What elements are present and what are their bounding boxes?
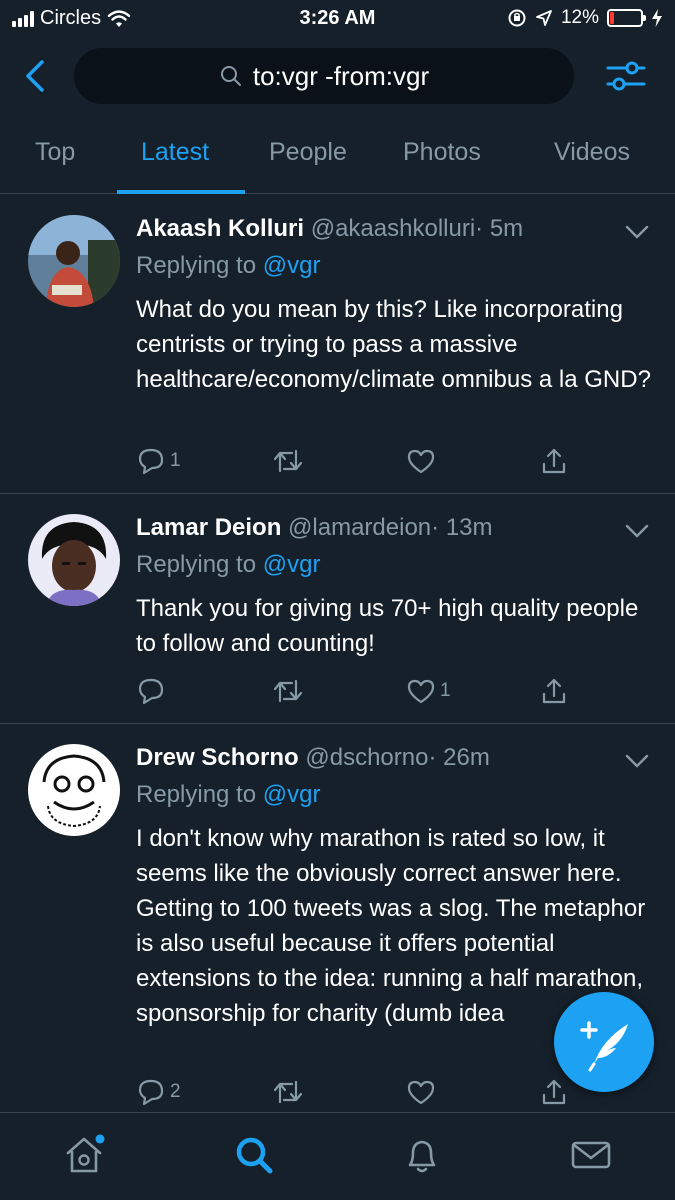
chevron-down-icon[interactable] [625, 225, 649, 239]
heart-icon [407, 449, 435, 474]
tweet[interactable]: Lamar Deion @lamardeion· 13m Replying to… [0, 494, 675, 724]
replying-to-label: Replying to [136, 781, 263, 808]
reply-count: 2 [170, 1081, 181, 1102]
battery-percent: 12% [560, 7, 599, 28]
reply-button[interactable]: 1 [136, 444, 181, 478]
reply-count: 1 [170, 450, 181, 471]
tweet-actions: 2 [136, 1075, 586, 1109]
tweet-text: Thank you for giving us 70+ high quality… [136, 595, 639, 657]
orientation-lock-icon [508, 9, 526, 27]
home-icon[interactable] [62, 1133, 106, 1177]
replying-to: Replying to @vgr [136, 252, 320, 280]
like-button[interactable] [406, 444, 440, 478]
like-button[interactable]: 1 [406, 674, 451, 708]
tab-people[interactable]: People [269, 138, 347, 167]
tweet-time[interactable]: 13m [446, 514, 493, 541]
share-button[interactable] [539, 444, 569, 478]
replying-to-user[interactable]: @vgr [263, 781, 321, 808]
mail-icon[interactable] [569, 1133, 613, 1177]
reply-icon [138, 1079, 164, 1106]
notification-dot [95, 1134, 105, 1144]
replying-to-label: Replying to [136, 551, 263, 578]
reply-button[interactable]: 2 [136, 1075, 181, 1109]
avatar[interactable] [28, 215, 120, 307]
search-icon[interactable] [232, 1133, 276, 1177]
tweet[interactable]: Akaash Kolluri @akaashkolluri· 5m Replyi… [0, 195, 675, 494]
location-arrow-icon [536, 10, 552, 26]
retweet-icon [273, 449, 303, 473]
tweet-header: Drew Schorno @dschorno· 26m [136, 744, 490, 772]
like-count: 1 [440, 680, 451, 701]
tweet-actions: 1 [136, 674, 586, 708]
bottom-tab-bar [0, 1112, 675, 1200]
search-header: to:vgr -from:vgr [0, 38, 675, 116]
user-handle[interactable]: @dschorno [305, 744, 428, 771]
reply-button[interactable] [136, 674, 170, 708]
user-handle[interactable]: @akaashkolluri [311, 215, 475, 242]
replying-to-user[interactable]: @vgr [263, 252, 321, 279]
share-icon [542, 678, 566, 704]
replying-to: Replying to @vgr [136, 551, 320, 579]
tweet-actions: 1 [136, 444, 586, 478]
avatar[interactable] [28, 514, 120, 606]
display-name[interactable]: Lamar Deion [136, 514, 281, 541]
bell-icon[interactable] [400, 1133, 444, 1177]
user-handle[interactable]: @lamardeion [288, 514, 431, 541]
back-button[interactable] [18, 56, 54, 96]
charging-bolt-icon [652, 9, 662, 27]
like-button[interactable] [406, 1075, 440, 1109]
chevron-down-icon[interactable] [625, 754, 649, 768]
tab-latest[interactable]: Latest [141, 138, 209, 167]
retweet-button[interactable] [272, 674, 304, 708]
tweet-header: Lamar Deion @lamardeion· 13m [136, 514, 493, 542]
retweet-button[interactable] [272, 444, 304, 478]
sliders-icon[interactable] [605, 56, 647, 96]
share-icon [542, 448, 566, 474]
share-button[interactable] [539, 674, 569, 708]
reply-icon [138, 678, 164, 705]
replying-to-label: Replying to [136, 252, 263, 279]
tweet-time[interactable]: 5m [490, 215, 523, 242]
heart-icon [407, 1080, 435, 1105]
tweet-text: What do you mean by this? Like incorpora… [136, 296, 651, 393]
active-tab-indicator [117, 190, 245, 194]
status-right: 12% [507, 7, 663, 29]
tweet-time[interactable]: 26m [443, 744, 490, 771]
separator: · [475, 215, 484, 242]
display-name[interactable]: Akaash Kolluri [136, 215, 304, 242]
battery-icon [607, 9, 646, 27]
replying-to-user[interactable]: @vgr [263, 551, 321, 578]
search-input[interactable]: to:vgr -from:vgr [74, 48, 574, 104]
tab-top[interactable]: Top [35, 138, 75, 167]
search-icon [220, 66, 241, 86]
search-tabs: Top Latest People Photos Videos [0, 116, 675, 194]
retweet-icon [273, 1080, 303, 1104]
battery-level [610, 12, 614, 24]
separator: · [428, 744, 437, 771]
retweet-button[interactable] [272, 1075, 304, 1109]
display-name[interactable]: Drew Schorno [136, 744, 299, 771]
retweet-icon [273, 679, 303, 703]
compose-tweet-icon [580, 1021, 628, 1072]
tab-photos[interactable]: Photos [403, 138, 481, 167]
replying-to: Replying to @vgr [136, 781, 320, 809]
reply-icon [138, 448, 164, 475]
search-query: to:vgr -from:vgr [252, 60, 430, 91]
tab-videos[interactable]: Videos [554, 138, 630, 167]
status-bar: Circles 3:26 AM 12% [0, 0, 675, 38]
avatar[interactable] [28, 744, 120, 836]
chevron-down-icon[interactable] [625, 524, 649, 538]
heart-icon [407, 679, 435, 704]
separator: · [431, 514, 440, 541]
tweet-header: Akaash Kolluri @akaashkolluri· 5m [136, 215, 523, 243]
compose-tweet-button[interactable] [554, 992, 654, 1092]
